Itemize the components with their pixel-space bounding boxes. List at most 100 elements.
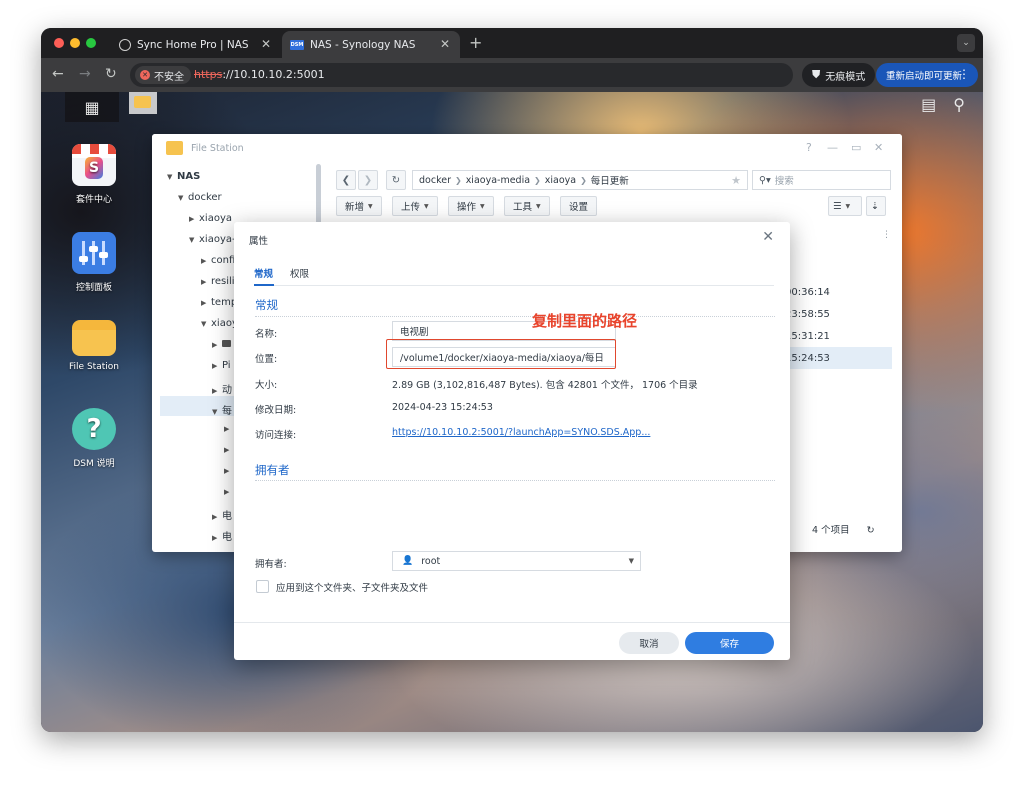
settings-button[interactable]: 设置: [560, 196, 598, 216]
zoom-window-button[interactable]: [86, 38, 96, 48]
location-label: 位置:: [255, 354, 278, 365]
tab-permissions[interactable]: 权限: [290, 266, 309, 280]
list-item[interactable]: 00:36:14: [782, 281, 892, 303]
tree-node[interactable]: ▶ confi: [201, 255, 235, 266]
control-panel-icon: [72, 232, 116, 274]
tab-synology-nas[interactable]: DSM NAS - Synology NAS ✕: [282, 31, 460, 58]
tree-node[interactable]: ▶记: [212, 549, 232, 552]
tree-node[interactable]: ▶: [224, 465, 234, 476]
more-menu-icon[interactable]: ⋮: [958, 67, 970, 81]
search-icon: ⚲▾: [759, 174, 771, 186]
tab-sync-home[interactable]: Sync Home Pro | NAS ✕: [111, 31, 281, 58]
breadcrumb[interactable]: docker ❯ xiaoya-media ❯ xiaoya ❯ 每日更新 ★: [412, 170, 748, 190]
main-menu-button[interactable]: ▦: [65, 92, 119, 122]
relaunch-to-update-button[interactable]: 重新启动即可更新 ⋮: [876, 63, 978, 87]
close-window-button[interactable]: [54, 38, 64, 48]
tab-general[interactable]: 常规: [254, 266, 273, 280]
tab-title: Sync Home Pro | NAS: [137, 38, 249, 51]
apply-recursive-label: 应用到这个文件夹、子文件夹及文件: [276, 583, 429, 594]
tools-button[interactable]: 工具 ▼: [504, 196, 550, 216]
owner-select[interactable]: 👤 root ▼: [392, 551, 641, 571]
action-button[interactable]: 操作 ▼: [448, 196, 494, 216]
tree-node[interactable]: ▶: [224, 423, 234, 434]
maximize-icon[interactable]: ▭: [851, 141, 861, 154]
dsm-favicon-icon: DSM: [290, 39, 304, 50]
breadcrumb-item[interactable]: 每日更新: [591, 173, 629, 187]
tree-node[interactable]: ▶: [212, 339, 231, 350]
list-item[interactable]: 15:31:21: [782, 325, 892, 347]
column-menu-icon[interactable]: ⋮: [882, 230, 891, 240]
address-bar[interactable]: ✕ 不安全 https://10.10.10.2:5001 ☆: [130, 63, 872, 87]
top-right-tray: ▤ ⚲: [921, 95, 965, 114]
url-text[interactable]: https://10.10.10.2:5001: [194, 68, 325, 81]
incognito-indicator[interactable]: ⛊ 无痕模式: [802, 63, 876, 87]
desktop-icon-control-panel[interactable]: 控制面板: [44, 232, 144, 293]
help-icon[interactable]: ?: [806, 141, 812, 154]
tree-node[interactable]: ▶ resili: [201, 276, 235, 287]
minimize-window-button[interactable]: [70, 38, 80, 48]
dsm-desktop: ▦ ▤ ⚲ S 套件中心 控制面板 File Station ? DSM 说明: [41, 92, 983, 732]
close-icon[interactable]: ✕: [874, 141, 883, 154]
properties-dialog: 属性 ✕ 常规 权限 常规 名称: 电视剧 复制里面的路径 位置: /volum…: [234, 222, 790, 660]
tree-node[interactable]: ▼ 每: [212, 402, 232, 417]
back-button[interactable]: ←: [52, 66, 64, 82]
incognito-label: 无痕模式: [825, 71, 866, 83]
tree-node[interactable]: ▼ docker: [178, 192, 222, 203]
address-toolbar: ← → ↻ ✕ 不安全 https://10.10.10.2:5001 ☆ ⛊ …: [41, 58, 983, 92]
tree-node[interactable]: ▼ NAS: [167, 171, 200, 182]
package-center-icon: S: [72, 144, 116, 186]
search-input[interactable]: ⚲▾ 搜索: [752, 170, 891, 190]
list-item-selected[interactable]: 15:24:53: [782, 347, 892, 369]
annotation-text: 复制里面的路径: [532, 312, 638, 330]
search-icon[interactable]: ⚲: [953, 95, 965, 114]
reload-button[interactable]: ↻: [105, 66, 117, 82]
apply-recursive-checkbox[interactable]: [256, 580, 269, 593]
tree-scrollbar[interactable]: [316, 164, 321, 224]
list-item[interactable]: 23:58:55: [782, 303, 892, 325]
close-tab-icon[interactable]: ✕: [440, 37, 450, 51]
breadcrumb-item[interactable]: xiaoya: [545, 175, 576, 186]
access-link[interactable]: https://10.10.10.2:5001/?launchApp=SYNO.…: [392, 427, 650, 438]
tree-node[interactable]: ▶ 动: [212, 381, 232, 396]
new-button[interactable]: 新增 ▼: [336, 196, 382, 216]
breadcrumb-item[interactable]: docker: [419, 175, 451, 186]
widgets-icon[interactable]: ▤: [921, 95, 936, 114]
tree-node[interactable]: ▶ 电: [212, 507, 232, 522]
tree-node[interactable]: ▶: [224, 444, 234, 455]
save-button[interactable]: 保存: [685, 632, 774, 654]
cancel-button[interactable]: 取消: [619, 632, 679, 654]
refresh-button[interactable]: ↻: [386, 170, 406, 190]
back-button[interactable]: ❮: [336, 170, 356, 190]
tree-node[interactable]: ▶ Pi: [212, 360, 231, 371]
favorite-star-icon[interactable]: ★: [731, 174, 741, 187]
dialog-footer-divider: [234, 622, 790, 623]
tab-title: NAS - Synology NAS: [310, 38, 416, 51]
forward-button[interactable]: ❯: [358, 170, 378, 190]
new-tab-button[interactable]: +: [469, 33, 482, 52]
tree-node[interactable]: ▶ xiaoya: [189, 213, 232, 224]
breadcrumb-item[interactable]: xiaoya-media: [466, 175, 530, 186]
close-tab-icon[interactable]: ✕: [261, 37, 271, 51]
desktop-icon-package-center[interactable]: S 套件中心: [44, 144, 144, 205]
tab-search-button[interactable]: ⌄: [957, 34, 975, 52]
upload-button[interactable]: 上传 ▼: [392, 196, 438, 216]
close-icon[interactable]: ✕: [762, 229, 774, 245]
desktop-icon-dsm-help[interactable]: ? DSM 说明: [44, 408, 144, 469]
security-indicator[interactable]: ✕ 不安全: [135, 66, 191, 84]
sort-button[interactable]: ⇣: [866, 196, 886, 216]
forward-button[interactable]: →: [79, 66, 91, 82]
window-title: File Station: [191, 143, 244, 154]
tree-node[interactable]: ▼ xiaoya-: [189, 234, 236, 245]
owner-value: root: [421, 555, 441, 567]
tree-node[interactable]: ▶ 电: [212, 528, 232, 543]
desktop-icon-label: 套件中心: [75, 195, 112, 205]
status-refresh-icon[interactable]: ↻: [867, 525, 875, 536]
tree-node[interactable]: ▶ temp: [201, 297, 237, 308]
minimize-icon[interactable]: —: [827, 141, 838, 154]
tree-node[interactable]: ▼ xiaoy: [201, 318, 238, 329]
file-station-titlebar[interactable]: File Station ? — ▭ ✕: [152, 134, 902, 164]
tree-node[interactable]: ▶: [224, 486, 234, 497]
desktop-icon-file-station[interactable]: File Station: [44, 320, 144, 372]
taskbar-file-station-icon[interactable]: [129, 92, 157, 114]
list-view-button[interactable]: ☰ ▼: [828, 196, 862, 216]
